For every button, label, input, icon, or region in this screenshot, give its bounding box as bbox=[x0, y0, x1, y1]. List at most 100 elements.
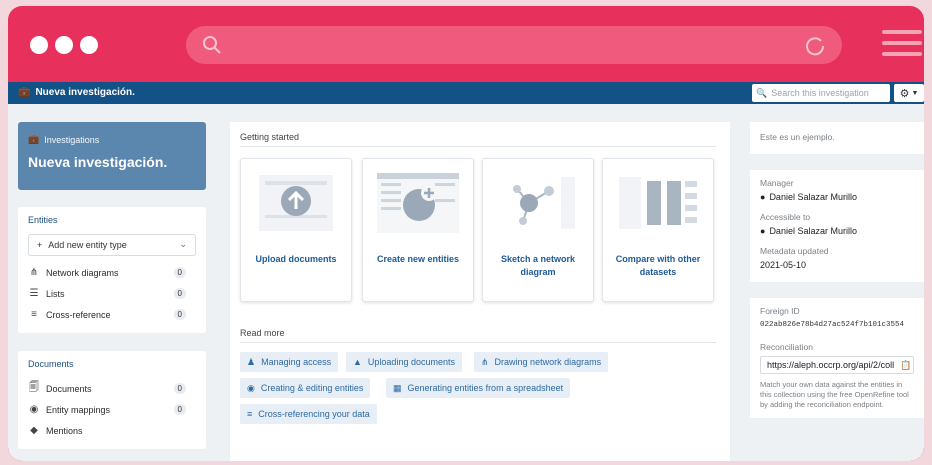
investigation-title: Nueva investigación. bbox=[28, 154, 168, 170]
link-label: Managing access bbox=[261, 357, 332, 367]
add-entity-type-button[interactable]: + Add new entity type ⌄ bbox=[28, 234, 196, 256]
network-icon: ⋔ bbox=[29, 267, 39, 278]
count-badge: 0 bbox=[173, 309, 186, 320]
accessible-label: Accessible to bbox=[760, 212, 811, 222]
window-dot-minimize[interactable] bbox=[55, 36, 73, 54]
address-bar[interactable] bbox=[186, 26, 842, 64]
sidebar-item-label: Cross-reference bbox=[46, 309, 111, 320]
link-creating-editing-entities[interactable]: ◉ Creating & editing entities bbox=[240, 378, 371, 398]
add-entity-type-label: Add new entity type bbox=[48, 240, 127, 250]
table-icon: ▦ bbox=[393, 382, 402, 393]
card-label: Create new entities bbox=[376, 254, 460, 264]
entities-illustration bbox=[377, 173, 459, 233]
sidebar-item-network-diagrams[interactable]: ⋔ Network diagrams 0 bbox=[28, 262, 196, 283]
foreign-id-label: Foreign ID bbox=[760, 306, 800, 316]
briefcase-icon: 💼 bbox=[28, 134, 40, 144]
count-badge: 0 bbox=[173, 404, 186, 415]
settings-button[interactable]: ⚙ ▼ bbox=[894, 84, 924, 102]
nav-brand[interactable]: 💼 Nueva investigación. bbox=[18, 87, 135, 98]
link-label: Creating & editing entities bbox=[260, 383, 364, 393]
sidebar-item-entity-mappings[interactable]: ◉ Entity mappings 0 bbox=[28, 399, 196, 420]
chevron-down-icon: ▼ bbox=[911, 89, 919, 97]
window-dot-maximize[interactable] bbox=[80, 36, 98, 54]
browser-frame: 💼 Nueva investigación. 🔍 Search this inv… bbox=[8, 6, 924, 461]
tag-icon: ◆ bbox=[30, 425, 38, 436]
reconciliation-url: https://aleph.occrp.org/api/2/coll bbox=[767, 360, 895, 370]
globe-icon: ◉ bbox=[29, 404, 39, 415]
menu-icon[interactable] bbox=[882, 30, 922, 60]
network-icon: ⋔ bbox=[481, 356, 489, 367]
count-badge: 0 bbox=[173, 288, 186, 299]
link-uploading-documents[interactable]: ▲ Uploading documents bbox=[346, 352, 462, 372]
sidebar-item-documents[interactable]: 🗐 Documents 0 bbox=[28, 378, 196, 399]
clipboard-icon[interactable]: 📋 bbox=[899, 357, 913, 373]
network-diagram-card[interactable]: Sketch a network diagram bbox=[482, 158, 594, 302]
sidebar-item-label: Lists bbox=[46, 288, 65, 299]
updated-label: Metadata updated bbox=[760, 246, 829, 256]
document-icon: 🗐 bbox=[29, 382, 39, 393]
user-icon: ● bbox=[760, 192, 766, 202]
card-label: Upload documents bbox=[255, 254, 337, 264]
link-label: Uploading documents bbox=[367, 357, 455, 367]
link-label: Generating entities from a spreadsheet bbox=[407, 383, 564, 393]
investigation-header: 💼 Investigations Nueva investigación. bbox=[18, 122, 206, 190]
sidebar-item-label: Network diagrams bbox=[46, 267, 119, 278]
entities-title: Entities bbox=[28, 215, 58, 225]
reload-icon[interactable] bbox=[804, 35, 826, 57]
cross-reference-icon: ≡ bbox=[31, 309, 37, 320]
cross-reference-icon: ≡ bbox=[247, 409, 253, 419]
metadata-box: Manager ● Daniel Salazar Murillo Accessib… bbox=[750, 170, 924, 282]
getting-started-title: Getting started bbox=[240, 132, 300, 142]
browser-chrome bbox=[8, 6, 924, 84]
card-label: Sketch a network diagram bbox=[500, 254, 576, 277]
manager-value[interactable]: Daniel Salazar Murillo bbox=[769, 192, 857, 202]
count-badge: 0 bbox=[173, 267, 186, 278]
network-illustration bbox=[513, 177, 575, 229]
upload-illustration bbox=[259, 175, 333, 231]
sidebar-item-lists[interactable]: ☰ Lists 0 bbox=[28, 283, 196, 304]
updated-value: 2021-05-10 bbox=[760, 260, 807, 270]
sidebar-item-label: Entity mappings bbox=[46, 404, 111, 415]
sidebar-item-cross-reference[interactable]: ≡ Cross-reference 0 bbox=[28, 304, 196, 325]
window-dot-close[interactable] bbox=[30, 36, 48, 54]
accessible-value[interactable]: Daniel Salazar Murillo bbox=[769, 226, 857, 236]
divider bbox=[240, 146, 716, 147]
reconciliation-hint: Match your own data against the entities… bbox=[760, 380, 909, 409]
link-managing-access[interactable]: ♟ Managing access bbox=[240, 352, 339, 372]
sidebar-item-mentions[interactable]: ◆ Mentions bbox=[28, 420, 196, 441]
technical-box: Foreign ID 022ab826e78b4d27ac524f7b101c3… bbox=[750, 298, 924, 418]
link-label: Drawing network diagrams bbox=[494, 357, 602, 367]
reconciliation-label: Reconciliation bbox=[760, 342, 813, 352]
link-generating-entities[interactable]: ▦ Generating entities from a spreadsheet bbox=[386, 378, 571, 398]
user-icon: ● bbox=[760, 226, 766, 236]
list-icon: ☰ bbox=[29, 288, 39, 299]
sidebar: 💼 Investigations Nueva investigación. Ent… bbox=[18, 122, 206, 449]
reconciliation-url-field[interactable]: https://aleph.occrp.org/api/2/coll 📋 bbox=[760, 356, 914, 374]
top-navbar: 💼 Nueva investigación. 🔍 Search this inv… bbox=[8, 82, 924, 104]
link-cross-referencing[interactable]: ≡ Cross-referencing your data bbox=[240, 404, 377, 424]
foreign-id-value: 022ab826e78b4d27ac524f7b101c3554 bbox=[760, 321, 905, 329]
nav-brand-label: Nueva investigación. bbox=[35, 87, 135, 98]
upload-documents-card[interactable]: Upload documents bbox=[240, 158, 352, 302]
chevron-down-icon: ⌄ bbox=[179, 239, 187, 249]
main-content: Getting started Upload documents Create … bbox=[230, 122, 730, 461]
read-more-title: Read more bbox=[240, 328, 285, 338]
compare-datasets-card[interactable]: Compare with other datasets bbox=[602, 158, 714, 302]
manager-label: Manager bbox=[760, 178, 794, 188]
app-window: 💼 Nueva investigación. 🔍 Search this inv… bbox=[8, 82, 924, 461]
divider bbox=[240, 342, 716, 343]
entities-card: Entities + Add new entity type ⌄ ⋔ Netwo… bbox=[18, 207, 206, 333]
search-input[interactable]: 🔍 Search this investigation bbox=[752, 84, 890, 102]
plus-icon: + bbox=[37, 240, 43, 250]
hero-section-label: Investigations bbox=[44, 134, 100, 145]
upload-icon: ▲ bbox=[353, 357, 362, 367]
documents-title: Documents bbox=[28, 359, 74, 369]
create-entities-card[interactable]: Create new entities bbox=[362, 158, 474, 302]
search-placeholder: Search this investigation bbox=[771, 88, 869, 98]
count-badge: 0 bbox=[173, 383, 186, 394]
users-icon: ♟ bbox=[247, 356, 256, 367]
briefcase-icon: 💼 bbox=[18, 87, 31, 98]
sidebar-item-label: Mentions bbox=[46, 425, 83, 436]
link-drawing-network-diagrams[interactable]: ⋔ Drawing network diagrams bbox=[474, 352, 609, 372]
gear-icon: ⚙ bbox=[899, 87, 910, 100]
